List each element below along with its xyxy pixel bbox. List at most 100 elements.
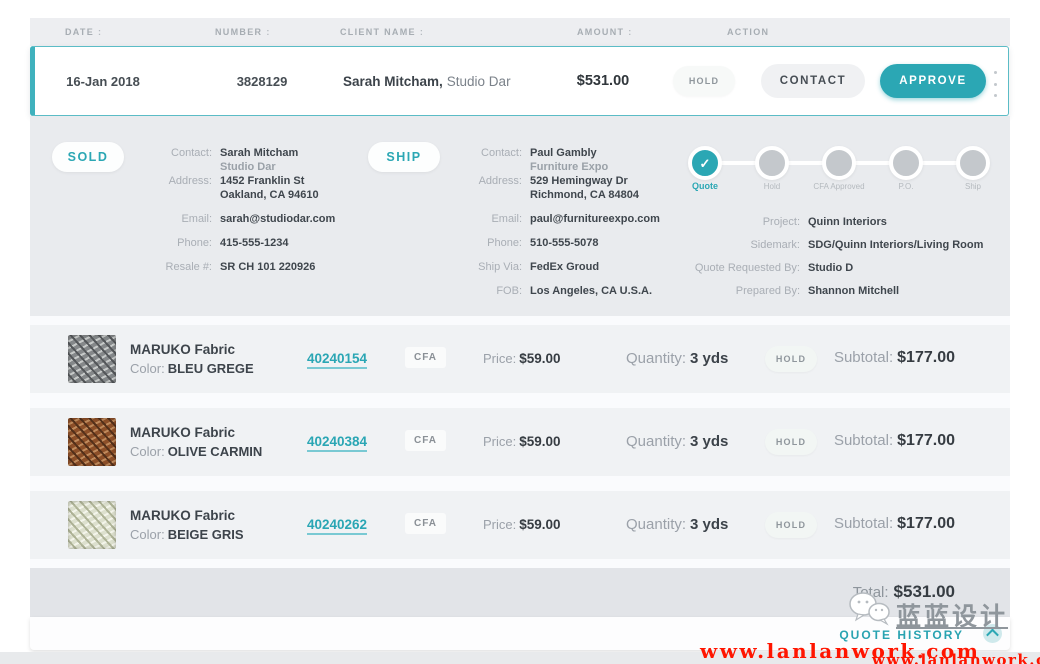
step-label-hold: Hold [740,182,804,191]
column-header-band: DATE: NUMBER: CLIENT NAME: AMOUNT: ACTIO… [30,18,1010,46]
watermark-brand-text: 蓝蓝设计 [896,597,1008,633]
step-node-hold[interactable] [755,146,789,180]
field-value: Quinn Interiors [808,215,887,229]
approve-button[interactable]: APPROVE [880,64,986,98]
field-value: 415-555-1234 [220,236,289,250]
client-name-secondary: Studio Dar [447,74,511,89]
field-value-secondary: Richmond, CA 84804 [530,188,639,202]
item-sku-link[interactable]: 40240154 [307,351,367,369]
step-node-po[interactable] [889,146,923,180]
color-label: Color: [130,361,165,376]
check-icon: ✓ [700,157,711,170]
contact-button[interactable]: CONTACT [761,64,865,98]
column-header-amount[interactable]: AMOUNT: [577,27,633,37]
price-label: Price: [483,434,516,449]
order-row-selected[interactable]: 16-Jan 2018 3828129 Sarah Mitcham, Studi… [30,46,1009,116]
project-info: Project: Quinn Interiors Sidemark: SDG/Q… [590,215,983,307]
column-label: AMOUNT [577,27,624,37]
field-row: Address: 529 Hemingway DrRichmond, CA 84… [376,174,660,202]
field-value: 529 Hemingway Dr [530,174,639,188]
sort-icon[interactable]: : [98,27,102,37]
column-header-action: ACTION [727,27,769,37]
hold-chip[interactable]: HOLD [673,66,735,96]
column-header-date[interactable]: DATE: [65,27,102,37]
field-row: Sidemark: SDG/Quinn Interiors/Living Roo… [590,238,983,252]
quantity-label: Quantity: [626,516,686,533]
field-value: FedEx Groud [530,260,599,274]
quantity-value: 3 yds [690,433,728,450]
field-row: Resale #: SR CH 101 220926 [60,260,335,274]
client-name-primary: Sarah Mitcham, [343,74,443,89]
subtotal-label: Subtotal: [834,515,893,532]
price-value: $59.00 [519,351,560,366]
order-number: 3828129 [207,47,317,115]
field-value: Paul Gambly [530,146,608,160]
sort-icon[interactable]: : [266,27,270,37]
step-label-ship: Ship [941,182,1005,191]
subtotal-value: $177.00 [897,349,955,366]
field-row: Contact: Sarah MitchamStudio Dar [60,146,335,174]
field-label: Resale #: [60,260,212,274]
column-header-client-name[interactable]: CLIENT NAME: [340,27,424,37]
line-item-row: MARUKO Fabric Color:OLIVE CARMIN 4024038… [30,408,1010,476]
field-value: Sarah Mitcham [220,146,298,160]
field-label: Project: [590,215,800,229]
step-node-quote[interactable]: ✓ [688,146,722,180]
field-label: Contact: [60,146,212,174]
field-label: Contact: [376,146,522,174]
watermark-url-text: www.lanlanwork.com [872,651,1040,664]
field-value: 1452 Franklin St [220,174,319,188]
field-label: Email: [376,212,522,226]
field-value-secondary: Oakland, CA 94610 [220,188,319,202]
field-value: Shannon Mitchell [808,284,899,298]
price-label: Price: [483,351,516,366]
more-options-icon[interactable] [988,69,1002,99]
sort-icon[interactable]: : [420,27,424,37]
step-label-po: P.O. [874,182,938,191]
field-label: Phone: [376,236,522,250]
field-label: Phone: [60,236,212,250]
field-row: Phone: 415-555-1234 [60,236,335,250]
column-label: CLIENT NAME [340,27,416,37]
quantity-label: Quantity: [626,350,686,367]
sold-info: Contact: Sarah MitchamStudio Dar Address… [60,146,335,284]
item-sku-link[interactable]: 40240262 [307,517,367,535]
order-quote-page: DATE: NUMBER: CLIENT NAME: AMOUNT: ACTIO… [0,0,1040,664]
item-sku-link[interactable]: 40240384 [307,434,367,452]
subtotal-label: Subtotal: [834,432,893,449]
sort-icon[interactable]: : [628,27,632,37]
quantity-value: 3 yds [690,350,728,367]
item-name-block: MARUKO Fabric Color:BEIGE GRIS [130,506,244,544]
wechat-icon [848,591,892,632]
field-row: Prepared By: Shannon Mitchell [590,284,983,298]
column-header-number[interactable]: NUMBER: [215,27,271,37]
line-item-row: MARUKO Fabric Color:BEIGE GRIS 40240262 … [30,491,1010,559]
column-label: NUMBER [215,27,262,37]
price-label: Price: [483,517,516,532]
color-value: BLEU GREGE [168,361,254,376]
order-date: 16-Jan 2018 [53,47,153,115]
price-value: $59.00 [519,434,560,449]
field-value: Studio D [808,261,853,275]
cfa-tag: CFA [405,513,446,534]
color-label: Color: [130,527,165,542]
hold-chip[interactable]: HOLD [765,346,817,372]
step-node-ship[interactable] [956,146,990,180]
cfa-tag: CFA [405,430,446,451]
item-name: MARUKO Fabric [130,423,262,442]
quantity-value: 3 yds [690,516,728,533]
field-label: Address: [376,174,522,202]
line-item-row: MARUKO Fabric Color:BLEU GREGE 40240154 … [30,325,1010,393]
column-label: DATE [65,27,94,37]
hold-chip[interactable]: HOLD [765,512,817,538]
hold-chip[interactable]: HOLD [765,429,817,455]
step-node-cfa-approved[interactable] [822,146,856,180]
fabric-swatch-image [68,418,116,466]
subtotal-label: Subtotal: [834,349,893,366]
fabric-swatch-image [68,335,116,383]
color-value: BEIGE GRIS [168,527,244,542]
field-row: Address: 1452 Franklin StOakland, CA 946… [60,174,335,202]
field-value-secondary: Studio Dar [220,160,298,174]
field-label: Prepared By: [590,284,800,298]
field-label: Email: [60,212,212,226]
